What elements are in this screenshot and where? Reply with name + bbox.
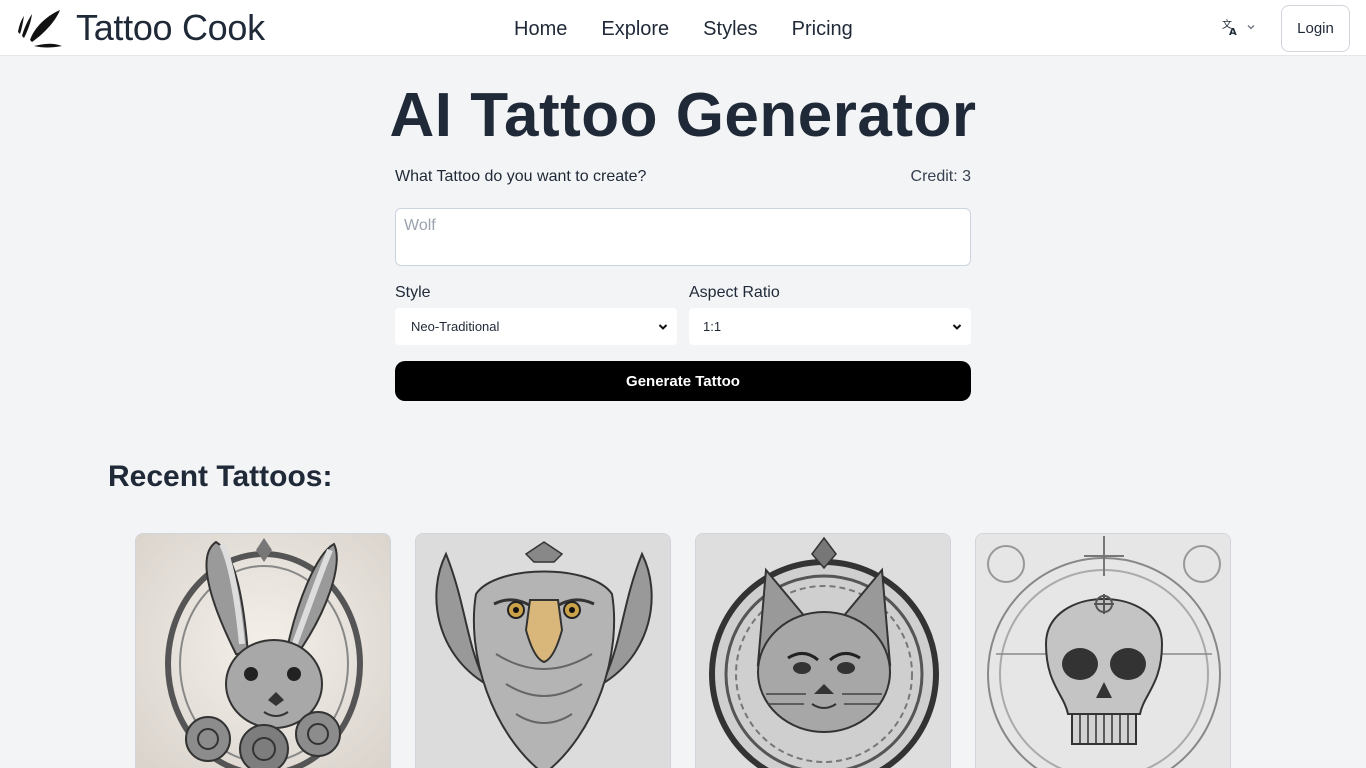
translate-icon: 文 A xyxy=(1222,18,1237,36)
recent-tattoos-grid xyxy=(135,533,1231,768)
skull-tattoo-image xyxy=(976,534,1230,768)
main-nav: Home Explore Styles Pricing xyxy=(514,16,853,42)
tattoo-card-skull[interactable] xyxy=(975,533,1231,768)
brand-name: Tattoo Cook xyxy=(76,7,265,48)
style-select-value: Neo-Traditional xyxy=(411,319,500,334)
prompt-input[interactable] xyxy=(395,208,971,266)
login-button[interactable]: Login xyxy=(1281,5,1350,52)
top-navbar: Tattoo Cook Home Explore Styles Pricing … xyxy=(0,0,1366,56)
language-selector[interactable]: 文 A xyxy=(1222,18,1256,36)
aspect-ratio-select[interactable]: 1:1 xyxy=(689,308,971,345)
credit-counter: Credit: 3 xyxy=(910,168,971,185)
nav-home[interactable]: Home xyxy=(514,16,567,42)
generate-tattoo-button[interactable]: Generate Tattoo xyxy=(395,361,971,401)
svg-text:A: A xyxy=(1229,27,1237,36)
eagle-tattoo-image xyxy=(416,534,670,768)
aspect-ratio-label: Aspect Ratio xyxy=(689,284,780,301)
feather-logo-icon xyxy=(18,10,62,48)
cat-tattoo-image xyxy=(696,534,950,768)
tattoo-card-rabbit[interactable] xyxy=(135,533,391,768)
rabbit-tattoo-image xyxy=(136,534,390,768)
chevron-down-icon xyxy=(1247,25,1255,30)
brand-link[interactable]: Tattoo Cook xyxy=(16,6,265,50)
nav-styles[interactable]: Styles xyxy=(703,16,757,42)
page-title: AI Tattoo Generator xyxy=(389,81,977,150)
prompt-label: What Tattoo do you want to create? xyxy=(395,168,647,185)
style-select[interactable]: Neo-Traditional xyxy=(395,308,677,345)
chevron-down-icon xyxy=(943,321,971,333)
aspect-ratio-value: 1:1 xyxy=(703,319,722,334)
tattoo-card-cat[interactable] xyxy=(695,533,951,768)
nav-explore[interactable]: Explore xyxy=(601,16,669,42)
chevron-down-icon xyxy=(649,321,677,333)
nav-pricing[interactable]: Pricing xyxy=(792,16,853,42)
tattoo-card-eagle[interactable] xyxy=(415,533,671,768)
style-label: Style xyxy=(395,284,431,301)
recent-tattoos-heading: Recent Tattoos: xyxy=(108,460,333,493)
